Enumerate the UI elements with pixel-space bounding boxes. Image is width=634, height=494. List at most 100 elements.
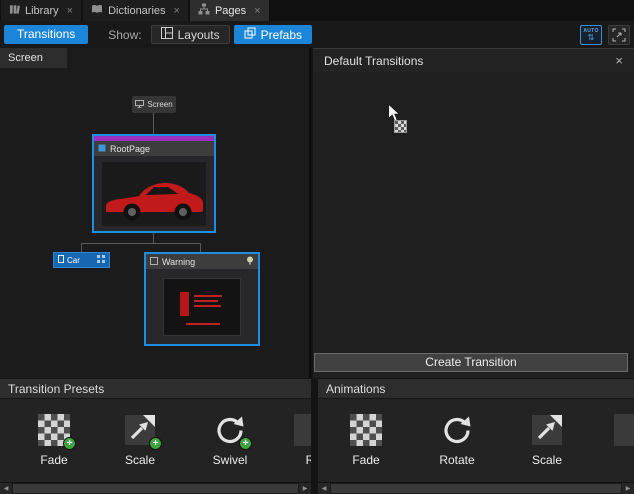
scroll-left-arrow[interactable]: ◀ xyxy=(318,483,330,494)
close-icon[interactable]: × xyxy=(67,5,73,17)
car-node[interactable]: Car xyxy=(53,252,110,268)
scroll-right-arrow[interactable]: ▶ xyxy=(299,483,311,494)
preset-item-partial[interactable]: + R xyxy=(266,399,311,482)
connector-line xyxy=(153,233,154,243)
dictionaries-icon xyxy=(91,3,103,18)
connector-line xyxy=(153,113,154,134)
scale-icon: + xyxy=(124,414,156,446)
node-thumbnail-area xyxy=(94,156,214,231)
connector-line xyxy=(200,243,201,252)
tab-label: Pages xyxy=(215,5,246,17)
page-graph-canvas[interactable]: Screen Screen RootPage xyxy=(0,48,311,378)
warning-thumbnail xyxy=(163,278,241,336)
warning-text-line xyxy=(194,305,221,307)
grid-icon xyxy=(97,255,105,265)
animation-item-scale[interactable]: Scale xyxy=(503,399,591,482)
screen-panel-tab[interactable]: Screen xyxy=(0,48,67,68)
add-badge-icon: + xyxy=(239,437,252,450)
animation-item-rotate[interactable]: Rotate xyxy=(413,399,501,482)
layouts-icon xyxy=(161,27,173,42)
create-transition-button[interactable]: Create Transition xyxy=(314,353,628,372)
fit-screen-icon[interactable] xyxy=(608,25,630,45)
node-label: RootPage xyxy=(110,144,150,154)
drag-preview-icon xyxy=(394,120,407,133)
connector-line xyxy=(81,243,201,244)
animation-label: Scale xyxy=(532,453,562,467)
library-icon xyxy=(9,3,20,18)
tab-pages[interactable]: Pages × xyxy=(190,0,269,21)
warning-text-line xyxy=(186,323,220,325)
preset-label: R xyxy=(306,453,311,467)
show-label: Show: xyxy=(108,28,141,42)
scale-icon xyxy=(531,414,563,446)
node-label: Warning xyxy=(162,257,195,267)
fade-checker-icon: + xyxy=(38,414,70,446)
tab-dictionaries[interactable]: Dictionaries × xyxy=(83,0,188,21)
warning-text-line xyxy=(194,300,218,302)
warning-text-line xyxy=(194,295,222,297)
animation-item-fade[interactable]: Fade xyxy=(322,399,410,482)
add-badge-icon: + xyxy=(63,437,76,450)
screen-node[interactable]: Screen xyxy=(132,96,176,113)
prefabs-label: Prefabs xyxy=(261,28,302,42)
preset-item-fade[interactable]: + Fade xyxy=(10,399,98,482)
app-window: Library × Dictionaries × Pages × Transit… xyxy=(0,0,634,494)
panel-title: Default Transitions xyxy=(324,54,615,68)
horizontal-scrollbar[interactable]: ◀ ▶ xyxy=(0,483,311,494)
warning-node[interactable]: Warning xyxy=(144,252,260,346)
node-header: Warning xyxy=(146,254,258,269)
auto-arrows-icon: ⇅ xyxy=(588,34,595,41)
animation-icon xyxy=(614,414,634,446)
layouts-toggle[interactable]: Layouts xyxy=(151,25,230,44)
warning-graphic xyxy=(180,292,189,316)
animation-label: Rotate xyxy=(439,453,474,467)
prefabs-icon xyxy=(244,27,256,42)
pages-icon xyxy=(198,3,210,18)
preset-item-scale[interactable]: + Scale xyxy=(96,399,184,482)
default-transitions-panel: Default Transitions × Create Transition xyxy=(313,48,634,378)
document-tab-bar: Library × Dictionaries × Pages × xyxy=(0,0,634,21)
add-badge-icon: + xyxy=(149,437,162,450)
node-label: Car xyxy=(67,256,80,265)
scroll-thumb[interactable] xyxy=(13,484,298,493)
close-icon[interactable]: × xyxy=(174,5,180,17)
tab-label: Library xyxy=(25,5,59,17)
animation-label: Fade xyxy=(352,453,379,467)
preset-label: Swivel xyxy=(213,453,248,467)
close-icon[interactable]: × xyxy=(254,5,260,17)
monitor-icon xyxy=(135,100,144,110)
node-header: RootPage xyxy=(94,141,214,156)
auto-layout-icon[interactable]: AUTO ⇅ xyxy=(580,25,602,45)
horizontal-scrollbar[interactable]: ◀ ▶ xyxy=(318,483,634,494)
preset-label: Scale xyxy=(125,453,155,467)
panel-header: Default Transitions × xyxy=(313,49,634,72)
panel-title: Transition Presets xyxy=(0,379,311,399)
tab-library[interactable]: Library × xyxy=(1,0,81,21)
transitions-button[interactable]: Transitions xyxy=(4,25,88,44)
close-icon[interactable]: × xyxy=(615,53,623,68)
animations-list: Fade Rotate Scale xyxy=(318,399,634,482)
scroll-left-arrow[interactable]: ◀ xyxy=(0,483,12,494)
animations-panel: Animations Fade Rotate Scale xyxy=(318,379,634,482)
presets-list: + Fade + Scale + Swivel xyxy=(0,399,311,482)
lightbulb-icon[interactable] xyxy=(246,256,254,267)
rotate-icon xyxy=(441,414,473,446)
layouts-label: Layouts xyxy=(178,28,220,42)
connector-line xyxy=(81,243,82,252)
preset-item-swivel[interactable]: + Swivel xyxy=(186,399,274,482)
preset-icon: + xyxy=(294,414,311,446)
car-thumbnail xyxy=(102,162,206,226)
tab-label: Dictionaries xyxy=(108,5,165,17)
rootpage-node[interactable]: RootPage xyxy=(92,134,216,233)
scroll-thumb[interactable] xyxy=(331,484,621,493)
swivel-icon: + xyxy=(214,414,246,446)
animation-item-partial[interactable] xyxy=(586,399,634,482)
transition-presets-panel: Transition Presets + Fade + Scale + xyxy=(0,379,311,482)
prefab-icon xyxy=(150,257,158,267)
prefabs-toggle[interactable]: Prefabs xyxy=(234,25,312,44)
fade-checker-icon xyxy=(350,414,382,446)
node-label: Screen xyxy=(147,100,172,109)
scroll-right-arrow[interactable]: ▶ xyxy=(622,483,634,494)
page-icon xyxy=(58,255,64,265)
node-thumbnail-area xyxy=(146,269,258,344)
